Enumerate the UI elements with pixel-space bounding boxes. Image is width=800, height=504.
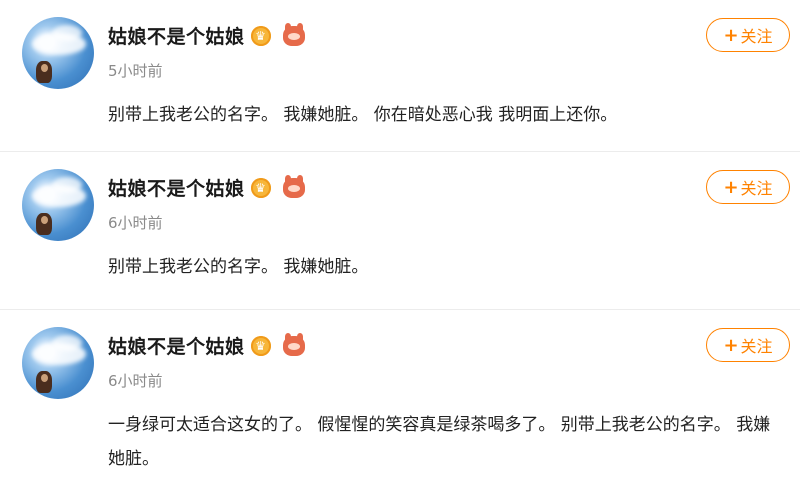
plus-icon: + bbox=[723, 24, 739, 46]
pet-badge-icon bbox=[282, 22, 305, 46]
crown-badge-icon: ♛ bbox=[250, 177, 271, 198]
comment-text: 一身绿可太适合这女的了。 假惺惺的笑容真是绿茶喝多了。 别带上我老公的名字。 我… bbox=[108, 415, 771, 469]
pet-badge-icon bbox=[282, 332, 305, 356]
username[interactable]: 姑娘不是个姑娘 bbox=[108, 22, 245, 49]
comment-text: 别带上我老公的名字。 我嫌她脏。 bbox=[108, 257, 369, 277]
username[interactable]: 姑娘不是个姑娘 bbox=[108, 332, 245, 359]
plus-icon: + bbox=[723, 334, 739, 356]
timestamp: 6小时前 bbox=[108, 214, 163, 232]
follow-button[interactable]: + 关注 bbox=[706, 170, 790, 204]
timestamp: 6小时前 bbox=[108, 372, 163, 390]
comment-item: 姑娘不是个姑娘 ♛ 6小时前 别带上我老公的名字。 我嫌她脏。 + 关注 bbox=[0, 152, 800, 310]
plus-icon: + bbox=[723, 176, 739, 198]
comment-feed: 姑娘不是个姑娘 ♛ 5小时前 别带上我老公的名字。 我嫌她脏。 你在暗处恶心我 … bbox=[0, 0, 800, 504]
timestamp: 5小时前 bbox=[108, 62, 163, 80]
pet-badge-icon bbox=[282, 174, 305, 198]
username[interactable]: 姑娘不是个姑娘 bbox=[108, 174, 245, 201]
follow-button[interactable]: + 关注 bbox=[706, 328, 790, 362]
avatar[interactable] bbox=[22, 327, 94, 399]
comment-text: 别带上我老公的名字。 我嫌她脏。 你在暗处恶心我 我明面上还你。 bbox=[108, 105, 618, 125]
follow-button[interactable]: + 关注 bbox=[706, 18, 790, 52]
avatar[interactable] bbox=[22, 17, 94, 89]
follow-label: 关注 bbox=[740, 337, 773, 356]
crown-badge-icon: ♛ bbox=[250, 335, 271, 356]
avatar[interactable] bbox=[22, 169, 94, 241]
comment-item: 姑娘不是个姑娘 ♛ 5小时前 别带上我老公的名字。 我嫌她脏。 你在暗处恶心我 … bbox=[0, 0, 800, 152]
follow-label: 关注 bbox=[740, 179, 773, 198]
follow-label: 关注 bbox=[740, 27, 773, 46]
crown-badge-icon: ♛ bbox=[250, 25, 271, 46]
comment-item: 姑娘不是个姑娘 ♛ 6小时前 一身绿可太适合这女的了。 假惺惺的笑容真是绿茶喝多… bbox=[0, 310, 800, 504]
